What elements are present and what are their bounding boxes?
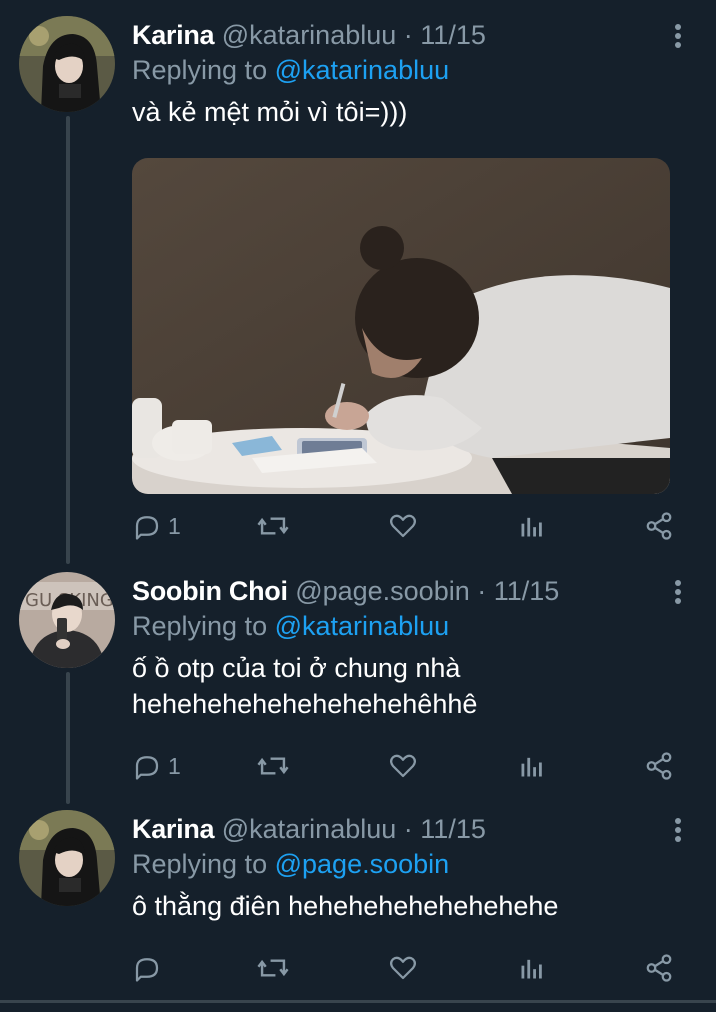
tweet-content: Karina @katarinabluu · 11/15 Replying to…: [132, 812, 672, 924]
heart-icon: [390, 754, 416, 778]
heart-icon: [390, 514, 416, 538]
replying-to-line: Replying to @katarinabluu: [132, 52, 672, 88]
share-button[interactable]: [644, 508, 674, 544]
replying-to-label: Replying to: [132, 849, 268, 879]
tweet-thread: Karina @katarinabluu · 11/15 Replying to…: [0, 0, 716, 1012]
display-name[interactable]: Soobin Choi: [132, 576, 288, 606]
tweet-media-image[interactable]: [132, 158, 670, 494]
tweet-header: Soobin Choi @page.soobin · 11/15: [132, 574, 672, 608]
replying-to-label: Replying to: [132, 611, 268, 641]
reply-icon: [135, 958, 159, 982]
replying-to-link[interactable]: @katarinabluu: [275, 611, 450, 641]
analytics-icon: [521, 757, 542, 777]
retweet-icon: [257, 959, 289, 977]
tweet[interactable]: GU SKING Soobin Choi @page.soobin · 11/1…: [0, 556, 716, 796]
avatar[interactable]: [19, 810, 115, 906]
separator-dot: ·: [477, 576, 487, 606]
more-options-icon[interactable]: [670, 580, 686, 610]
replying-to-link[interactable]: @page.soobin: [275, 849, 450, 879]
tweet[interactable]: Karina @katarinabluu · 11/15 Replying to…: [0, 794, 716, 994]
reply-button[interactable]: 1: [132, 508, 181, 544]
more-options-icon[interactable]: [670, 818, 686, 848]
analytics-button[interactable]: [518, 748, 546, 784]
tweet-actions-bar: [132, 950, 682, 986]
analytics-icon: [521, 517, 542, 537]
like-button[interactable]: [388, 508, 418, 544]
reply-icon: [135, 516, 159, 540]
tweet-text-line: hehehehehehehehehehêhhê: [132, 689, 478, 719]
avatar[interactable]: GU SKING: [19, 572, 115, 668]
analytics-button[interactable]: [518, 950, 546, 986]
tweet-text-line: ố ồ otp của toi ở chung nhà: [132, 653, 461, 683]
tweet[interactable]: Karina @katarinabluu · 11/15 Replying to…: [0, 0, 716, 560]
tweet-text: ố ồ otp của toi ở chung nhà hehehehehehe…: [132, 650, 672, 722]
tweet-content: Karina @katarinabluu · 11/15 Replying to…: [132, 18, 672, 130]
tweet-date[interactable]: 11/15: [420, 814, 486, 844]
tweet-header: Karina @katarinabluu · 11/15: [132, 18, 672, 52]
tweet-content: Soobin Choi @page.soobin · 11/15 Replyin…: [132, 574, 672, 722]
reply-count: 1: [168, 512, 181, 539]
more-options-icon[interactable]: [670, 24, 686, 54]
replying-to-label: Replying to: [132, 55, 268, 85]
tweet-date[interactable]: 11/15: [494, 576, 560, 606]
share-button[interactable]: [644, 748, 674, 784]
username-handle[interactable]: @page.soobin: [295, 576, 470, 606]
like-button[interactable]: [388, 748, 418, 784]
tweet-date[interactable]: 11/15: [420, 20, 486, 50]
share-button[interactable]: [644, 950, 674, 986]
reply-button[interactable]: 1: [132, 748, 181, 784]
replying-to-line: Replying to @page.soobin: [132, 846, 672, 882]
retweet-button[interactable]: [256, 508, 290, 544]
tweet-text: ô thằng điên hehehehehehehehehe: [132, 891, 559, 921]
tweet-actions-bar: 1: [132, 748, 682, 784]
retweet-button[interactable]: [256, 748, 290, 784]
replying-to-line: Replying to @katarinabluu: [132, 608, 672, 644]
retweet-button[interactable]: [256, 950, 290, 986]
display-name[interactable]: Karina: [132, 814, 215, 844]
username-handle[interactable]: @katarinabluu: [222, 20, 397, 50]
retweet-icon: [257, 757, 289, 775]
analytics-button[interactable]: [518, 508, 546, 544]
tweet-header: Karina @katarinabluu · 11/15: [132, 812, 672, 846]
share-icon: [646, 752, 672, 780]
reply-count: 1: [168, 752, 181, 779]
like-button[interactable]: [388, 950, 418, 986]
avatar[interactable]: [19, 16, 115, 112]
tweet-text: và kẻ mệt mỏi vì tôi=))): [132, 97, 408, 127]
analytics-icon: [521, 959, 542, 979]
replying-to-link[interactable]: @katarinabluu: [275, 55, 450, 85]
tweet-actions-bar: 1: [132, 508, 682, 544]
display-name[interactable]: Karina: [132, 20, 215, 50]
reply-icon: [135, 756, 159, 780]
heart-icon: [390, 956, 416, 980]
retweet-icon: [257, 517, 289, 535]
reply-button[interactable]: [132, 950, 168, 986]
share-icon: [646, 512, 672, 540]
separator-dot: ·: [403, 814, 413, 844]
username-handle[interactable]: @katarinabluu: [222, 814, 397, 844]
share-icon: [646, 954, 672, 982]
separator-dot: ·: [403, 20, 413, 50]
divider: [0, 1000, 716, 1003]
